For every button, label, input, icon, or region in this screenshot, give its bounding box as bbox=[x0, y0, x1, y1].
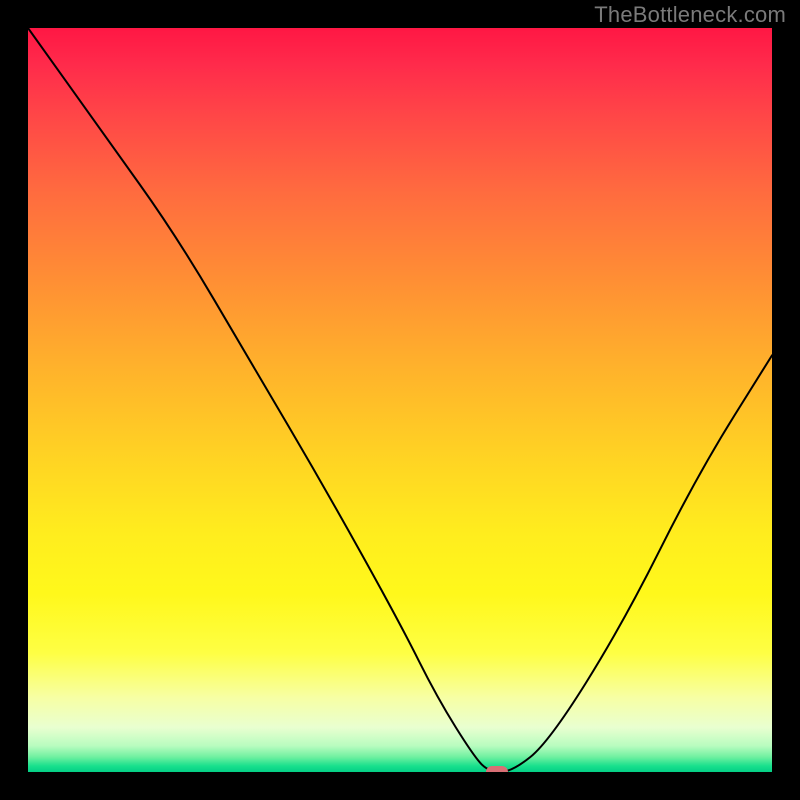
watermark-text: TheBottleneck.com bbox=[594, 2, 786, 28]
plot-area bbox=[28, 28, 772, 772]
chart-frame: TheBottleneck.com bbox=[0, 0, 800, 800]
curve-svg bbox=[28, 28, 772, 772]
bottleneck-curve bbox=[28, 28, 772, 772]
optimum-marker bbox=[486, 766, 508, 772]
